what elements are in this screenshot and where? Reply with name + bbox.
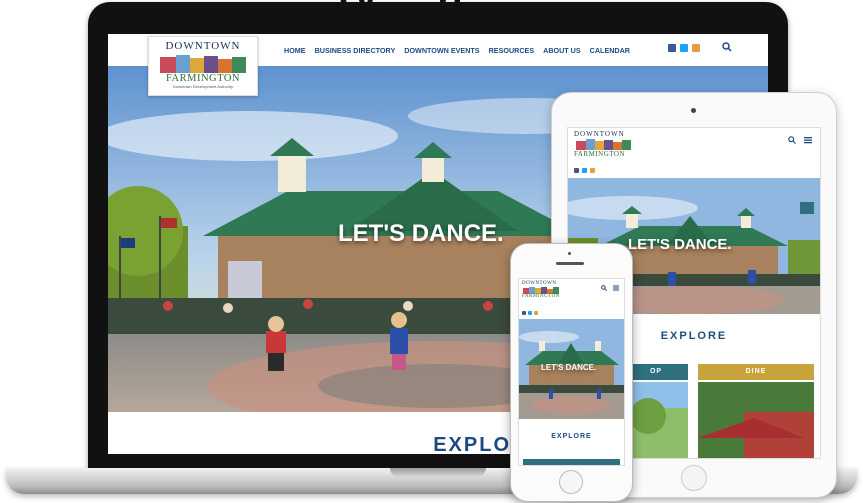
tablet-dine-tile[interactable]: DINE bbox=[698, 364, 814, 380]
logo-subtitle-text: Downtown Development Authority bbox=[172, 84, 234, 89]
phone-logo-top: DOWNTOWN bbox=[522, 281, 557, 286]
logo-top-text: DOWNTOWN bbox=[165, 40, 241, 52]
tablet-instagram-icon[interactable] bbox=[590, 168, 595, 173]
tablet-logo-bottom: FARMINGTON bbox=[574, 150, 626, 158]
facebook-icon[interactable] bbox=[668, 44, 676, 52]
laptop-nav-links: HOME BUSINESS DIRECTORY DOWNTOWN EVENTS … bbox=[284, 46, 630, 55]
phone-social-icons bbox=[522, 311, 538, 315]
phone-speaker bbox=[556, 262, 584, 265]
tablet-twitter-icon[interactable] bbox=[582, 168, 587, 173]
logo-buildings-icon bbox=[160, 55, 246, 73]
tablet-search-icon[interactable] bbox=[788, 136, 796, 144]
tablet-hero-text: LET'S DANCE. bbox=[628, 236, 732, 253]
tablet-facebook-icon[interactable] bbox=[574, 168, 579, 173]
phone-logo-bottom: FARMINGTON bbox=[522, 294, 560, 299]
nav-business-directory[interactable]: BUSINESS DIRECTORY bbox=[315, 46, 396, 55]
tablet-logo-buildings-icon bbox=[576, 139, 631, 150]
phone-camera bbox=[568, 252, 571, 255]
tablet-logo-top: DOWNTOWN bbox=[574, 130, 625, 138]
phone-home-button[interactable] bbox=[559, 470, 583, 494]
phone-menu-icon[interactable] bbox=[613, 285, 619, 291]
nav-downtown-events[interactable]: DOWNTOWN EVENTS bbox=[404, 46, 479, 55]
phone-tile-bar bbox=[523, 459, 620, 465]
phone-facebook-icon[interactable] bbox=[522, 311, 526, 315]
nav-calendar[interactable]: CALENDAR bbox=[590, 46, 630, 55]
nav-about-us[interactable]: ABOUT US bbox=[543, 46, 581, 55]
phone-search-icon[interactable] bbox=[601, 285, 607, 291]
phone-twitter-icon[interactable] bbox=[528, 311, 532, 315]
twitter-icon[interactable] bbox=[680, 44, 688, 52]
tablet-camera bbox=[691, 108, 696, 113]
laptop-social-icons bbox=[668, 44, 700, 52]
tablet-menu-icon[interactable] bbox=[804, 136, 812, 144]
tablet-tile-images bbox=[624, 382, 814, 458]
phone-hero-text: LET'S DANCE. bbox=[541, 363, 597, 372]
tablet-site-header: DOWNTOWN FARMINGTON bbox=[568, 128, 820, 176]
phone-instagram-icon[interactable] bbox=[534, 311, 538, 315]
phone-logo-buildings-icon bbox=[523, 287, 559, 294]
phone-explore-heading: EXPLORE bbox=[551, 433, 592, 440]
tablet-social-icons bbox=[574, 168, 595, 173]
phone-site-logo[interactable]: DOWNTOWN FARMINGTON bbox=[522, 281, 572, 299]
search-icon[interactable] bbox=[722, 42, 732, 52]
nav-home[interactable]: HOME bbox=[284, 46, 306, 55]
instagram-icon[interactable] bbox=[692, 44, 700, 52]
laptop-site-logo[interactable]: DOWNTOWN FARMINGTON Downtown Development… bbox=[148, 36, 258, 96]
tablet-home-button[interactable] bbox=[681, 465, 707, 491]
laptop-hero-text: LET'S DANCE. bbox=[338, 220, 504, 247]
nav-resources[interactable]: RESOURCES bbox=[489, 46, 535, 55]
laptop-notch bbox=[390, 468, 486, 477]
phone-screen: DOWNTOWN FARMINGTON LET'S DANCE. EXPLORE bbox=[518, 278, 625, 466]
tablet-shop-tile[interactable]: OP bbox=[624, 364, 688, 380]
tablet-site-logo[interactable]: DOWNTOWN FARMINGTON bbox=[574, 130, 640, 158]
logo-bottom-text: FARMINGTON bbox=[165, 73, 241, 84]
